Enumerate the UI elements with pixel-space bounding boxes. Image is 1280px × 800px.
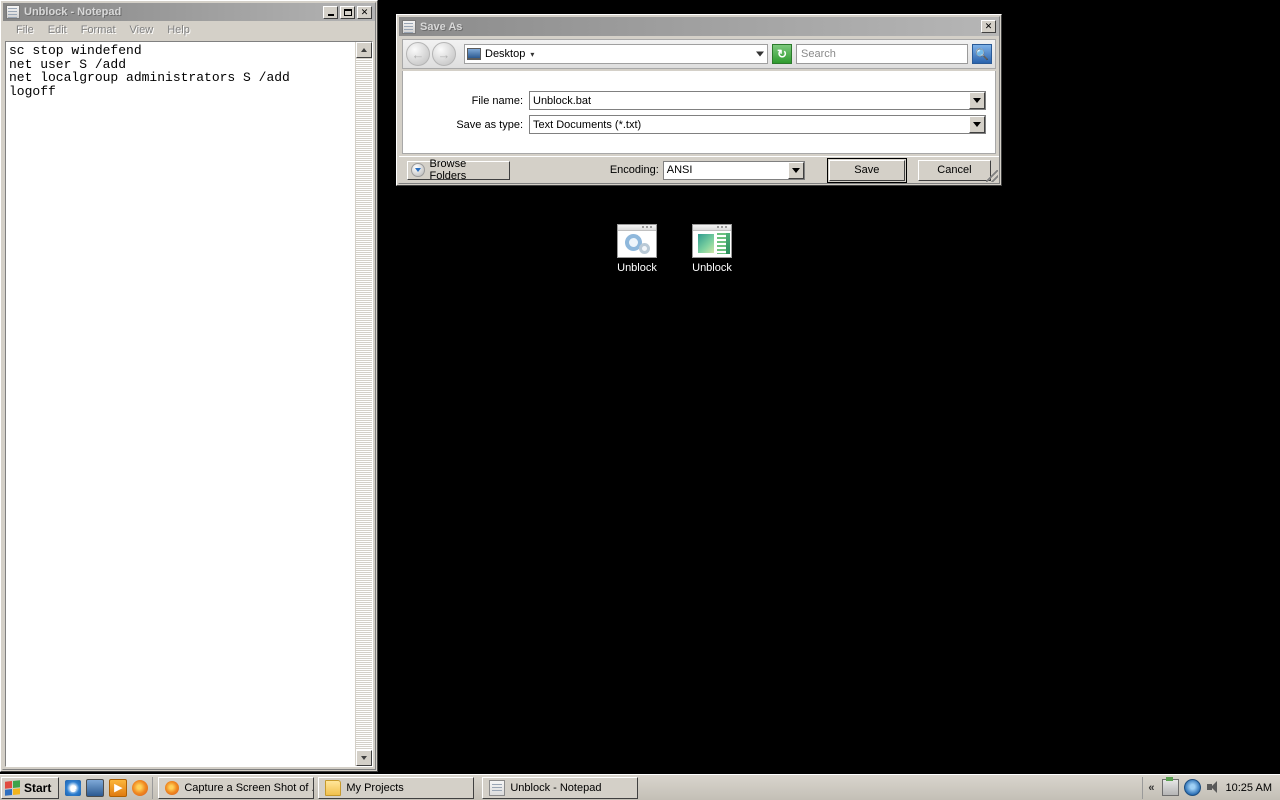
- save-button[interactable]: Save: [828, 159, 905, 181]
- firefox-icon[interactable]: [132, 779, 149, 796]
- taskbar-item-label: My Projects: [346, 781, 404, 794]
- chevron-down-icon: [411, 163, 425, 177]
- menu-item-help[interactable]: Help: [160, 23, 197, 37]
- notepad-window[interactable]: Unblock - Notepad ✕ File Edit Format Vie…: [0, 0, 378, 772]
- save-as-window-buttons: ✕: [981, 20, 996, 33]
- notepad-title: Unblock - Notepad: [24, 6, 122, 18]
- safely-remove-hardware-icon[interactable]: [1161, 777, 1179, 796]
- taskbar-task-list: Capture a Screen Shot of ... My Projects…: [158, 776, 639, 799]
- monitor-icon: [467, 48, 481, 60]
- save-as-fields-panel: File name: Unblock.bat Save as type: Tex…: [402, 71, 996, 154]
- quick-launch-bar: e ▶: [63, 776, 154, 799]
- menu-item-edit[interactable]: Edit: [41, 23, 74, 37]
- notepad-window-frame: Unblock - Notepad ✕ File Edit Format Vie…: [2, 2, 376, 770]
- refresh-icon[interactable]: ↻: [772, 44, 792, 64]
- close-button[interactable]: ✕: [981, 20, 996, 33]
- encoding-group: Encoding: ANSI: [609, 160, 805, 180]
- taskbar-item-label: Unblock - Notepad: [510, 781, 602, 794]
- save-as-type-select[interactable]: Text Documents (*.txt): [529, 115, 986, 134]
- taskbar-item-notepad[interactable]: Unblock - Notepad: [482, 776, 639, 799]
- desktop-icon-unblock-bat[interactable]: Unblock: [599, 224, 675, 275]
- cancel-button[interactable]: Cancel: [917, 159, 991, 181]
- save-as-type-label: Save as type:: [456, 118, 523, 131]
- media-player-icon[interactable]: ▶: [109, 778, 128, 797]
- address-dropdown-icon[interactable]: [756, 51, 764, 57]
- windows-logo-icon: [5, 779, 20, 796]
- save-as-frame: Save As ✕ ← → Desktop ▾ ↻ Search 🔍 File …: [398, 16, 1000, 184]
- resize-grip-icon[interactable]: [986, 170, 998, 182]
- save-as-dialog[interactable]: Save As ✕ ← → Desktop ▾ ↻ Search 🔍 File …: [396, 14, 1002, 186]
- internet-explorer-icon[interactable]: e: [65, 779, 82, 796]
- desktop-icon-label: Unblock: [617, 262, 657, 274]
- file-name-input[interactable]: Unblock.bat: [529, 91, 986, 110]
- desktop-icon-unblock-txt[interactable]: Unblock: [674, 224, 750, 275]
- desktop-icon-label: Unblock: [692, 262, 732, 274]
- save-as-navigation-bar: ← → Desktop ▾ ↻ Search 🔍: [402, 39, 996, 69]
- chevron-down-icon[interactable]: ▾: [530, 50, 534, 59]
- maximize-button[interactable]: [340, 5, 355, 19]
- taskbar-clock[interactable]: 10:25 AM: [1226, 782, 1280, 794]
- forward-button[interactable]: →: [432, 42, 456, 66]
- save-as-title: Save As: [420, 20, 463, 33]
- taskbar-item-my-projects[interactable]: My Projects: [318, 776, 475, 799]
- notepad-icon: [402, 19, 416, 34]
- notepad-text-area[interactable]: sc stop windefend net user S /add net lo…: [5, 41, 373, 767]
- volume-icon[interactable]: [1206, 780, 1221, 795]
- text-document-icon: [692, 224, 732, 258]
- search-icon[interactable]: 🔍: [972, 44, 992, 64]
- start-button-label: Start: [24, 780, 52, 795]
- taskbar: Start e ▶ Capture a Screen Shot of ... M…: [0, 774, 1280, 800]
- save-as-type-value: Text Documents (*.txt): [533, 118, 642, 131]
- tray-expand-icon[interactable]: «: [1148, 782, 1154, 794]
- notepad-text-content[interactable]: sc stop windefend net user S /add net lo…: [9, 42, 352, 98]
- browse-folders-button[interactable]: Browse Folders: [407, 158, 510, 182]
- notepad-icon: [6, 5, 20, 19]
- start-button[interactable]: Start: [1, 776, 60, 799]
- notepad-icon: [489, 779, 506, 796]
- browse-folders-label: Browse Folders: [429, 158, 467, 182]
- file-name-dropdown-icon[interactable]: [969, 92, 985, 109]
- encoding-value: ANSI: [666, 164, 693, 176]
- encoding-select[interactable]: ANSI: [662, 160, 805, 180]
- network-icon[interactable]: [1183, 779, 1201, 796]
- encoding-label: Encoding:: [609, 164, 659, 176]
- scroll-down-icon[interactable]: [356, 750, 372, 766]
- minimize-button[interactable]: [323, 5, 338, 19]
- close-button[interactable]: ✕: [357, 5, 372, 19]
- taskbar-item-label: Capture a Screen Shot of ...: [184, 781, 315, 794]
- save-as-type-row: Save as type: Text Documents (*.txt): [403, 115, 995, 134]
- save-as-type-dropdown-icon[interactable]: [969, 116, 985, 133]
- address-bar[interactable]: Desktop ▾: [464, 44, 768, 64]
- menu-item-view[interactable]: View: [123, 23, 161, 37]
- notepad-window-buttons: ✕: [323, 5, 372, 19]
- notepad-vertical-scrollbar[interactable]: [355, 42, 372, 766]
- encoding-dropdown-icon[interactable]: [787, 161, 804, 179]
- notepad-titlebar[interactable]: Unblock - Notepad ✕: [3, 3, 375, 21]
- menu-item-format[interactable]: Format: [74, 23, 123, 37]
- gear-script-icon: [617, 224, 657, 258]
- desktop-background[interactable]: Unblock - Notepad ✕ File Edit Format Vie…: [0, 0, 1280, 800]
- taskbar-item-firefox[interactable]: Capture a Screen Shot of ...: [158, 776, 315, 799]
- save-as-titlebar[interactable]: Save As ✕: [399, 17, 999, 36]
- file-name-value: Unblock.bat: [533, 94, 592, 107]
- search-input[interactable]: Search: [796, 44, 968, 64]
- firefox-icon: [165, 780, 180, 795]
- menu-item-file[interactable]: File: [9, 23, 41, 37]
- notepad-menubar: File Edit Format View Help: [3, 21, 375, 39]
- show-desktop-icon[interactable]: [86, 778, 105, 797]
- back-button[interactable]: ←: [406, 42, 430, 66]
- save-button-default-ring: Save: [826, 157, 907, 183]
- file-name-label: File name:: [471, 94, 523, 107]
- system-tray: « 10:25 AM: [1142, 776, 1280, 799]
- folder-icon: [325, 779, 342, 796]
- file-name-row: File name: Unblock.bat: [403, 91, 995, 110]
- save-as-footer: Browse Folders Encoding: ANSI Save Cance…: [399, 156, 999, 183]
- address-bar-value: Desktop: [485, 48, 526, 60]
- scroll-up-icon[interactable]: [356, 42, 372, 58]
